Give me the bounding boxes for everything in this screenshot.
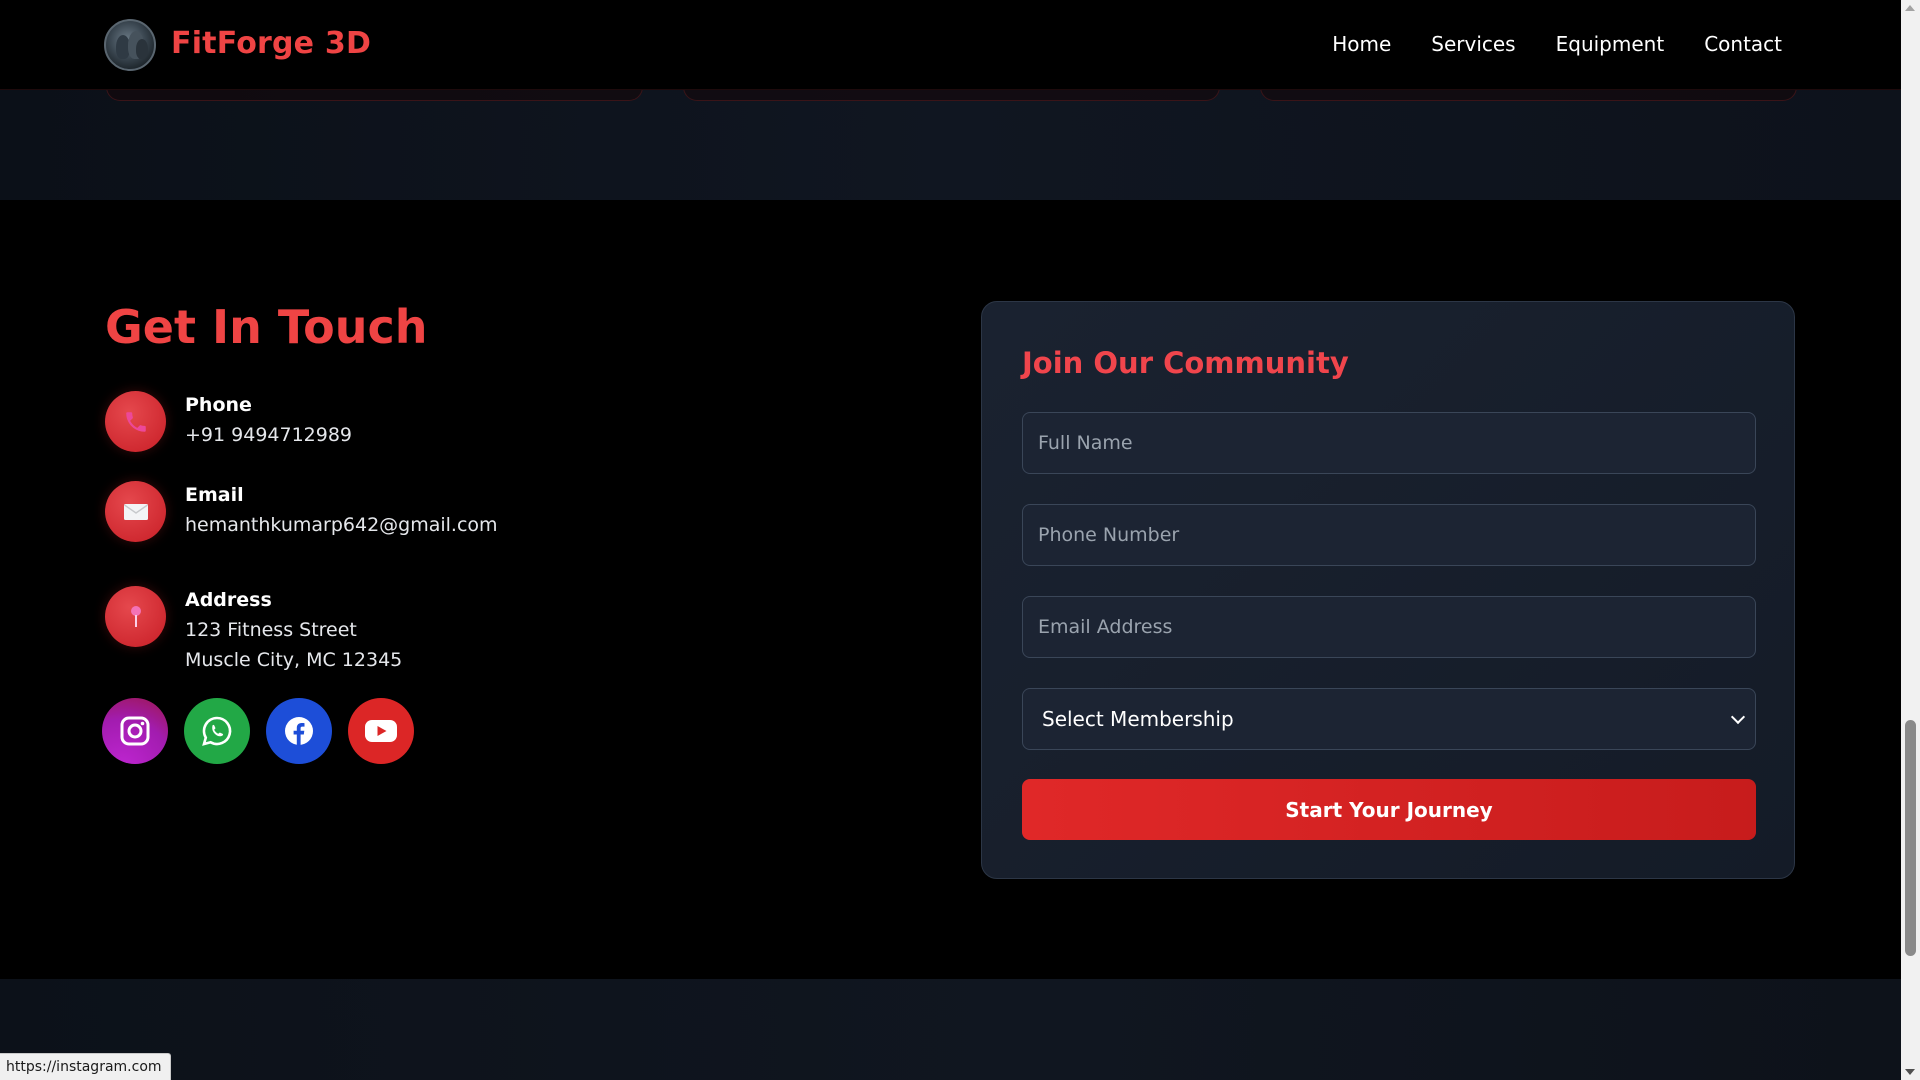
phone-icon bbox=[105, 391, 166, 452]
address-label: Address bbox=[185, 589, 272, 611]
section-title: Get In Touch bbox=[105, 300, 428, 354]
nav-contact[interactable]: Contact bbox=[1704, 32, 1782, 56]
instagram-icon[interactable] bbox=[102, 698, 168, 764]
phone-number-input[interactable] bbox=[1022, 504, 1756, 566]
email-label: Email bbox=[185, 484, 244, 506]
youtube-icon[interactable] bbox=[348, 698, 414, 764]
chevron-down-icon bbox=[1730, 709, 1746, 724]
status-bar-url: https://instagram.com bbox=[0, 1053, 171, 1080]
address-line-1: 123 Fitness Street bbox=[185, 619, 357, 641]
whatsapp-icon[interactable] bbox=[184, 698, 250, 764]
contact-phone: Phone +91 9494712989 bbox=[105, 391, 352, 452]
address-line-2: Muscle City, MC 12345 bbox=[185, 649, 403, 671]
scroll-up-arrow-icon[interactable] bbox=[1905, 5, 1915, 11]
membership-select[interactable]: Select Membership bbox=[1022, 688, 1756, 750]
phone-value: +91 9494712989 bbox=[185, 424, 353, 446]
nav-equipment[interactable]: Equipment bbox=[1556, 32, 1665, 56]
next-section-band bbox=[0, 979, 1901, 1080]
scrollbar-thumb[interactable] bbox=[1905, 720, 1916, 956]
join-form-card: Join Our Community Select Membership Sta… bbox=[981, 301, 1795, 879]
navbar: FitForge 3D Home Services Equipment Cont… bbox=[0, 0, 1901, 90]
nav-home[interactable]: Home bbox=[1332, 32, 1391, 56]
start-journey-button[interactable]: Start Your Journey bbox=[1022, 779, 1756, 840]
brand-name[interactable]: FitForge 3D bbox=[171, 26, 371, 61]
full-name-input[interactable] bbox=[1022, 412, 1756, 474]
form-title: Join Our Community bbox=[1022, 346, 1349, 380]
nav-menu: Home Services Equipment Contact bbox=[1332, 32, 1782, 56]
pin-icon bbox=[105, 586, 166, 647]
scroll-down-arrow-icon[interactable] bbox=[1905, 1069, 1915, 1075]
contact-address: Address 123 Fitness Street Muscle City, … bbox=[105, 586, 402, 675]
email-address-input[interactable] bbox=[1022, 596, 1756, 658]
social-links bbox=[102, 698, 414, 764]
facebook-icon[interactable] bbox=[266, 698, 332, 764]
membership-selected-value: Select Membership bbox=[1042, 707, 1234, 731]
email-value: hemanthkumarp642@gmail.com bbox=[185, 514, 498, 536]
nav-services[interactable]: Services bbox=[1431, 32, 1515, 56]
contact-email: Email hemanthkumarp642@gmail.com bbox=[105, 481, 498, 542]
envelope-icon bbox=[105, 481, 166, 542]
page-scrollbar[interactable] bbox=[1901, 0, 1920, 1080]
logo-avatar[interactable] bbox=[104, 19, 156, 71]
phone-label: Phone bbox=[185, 394, 252, 416]
